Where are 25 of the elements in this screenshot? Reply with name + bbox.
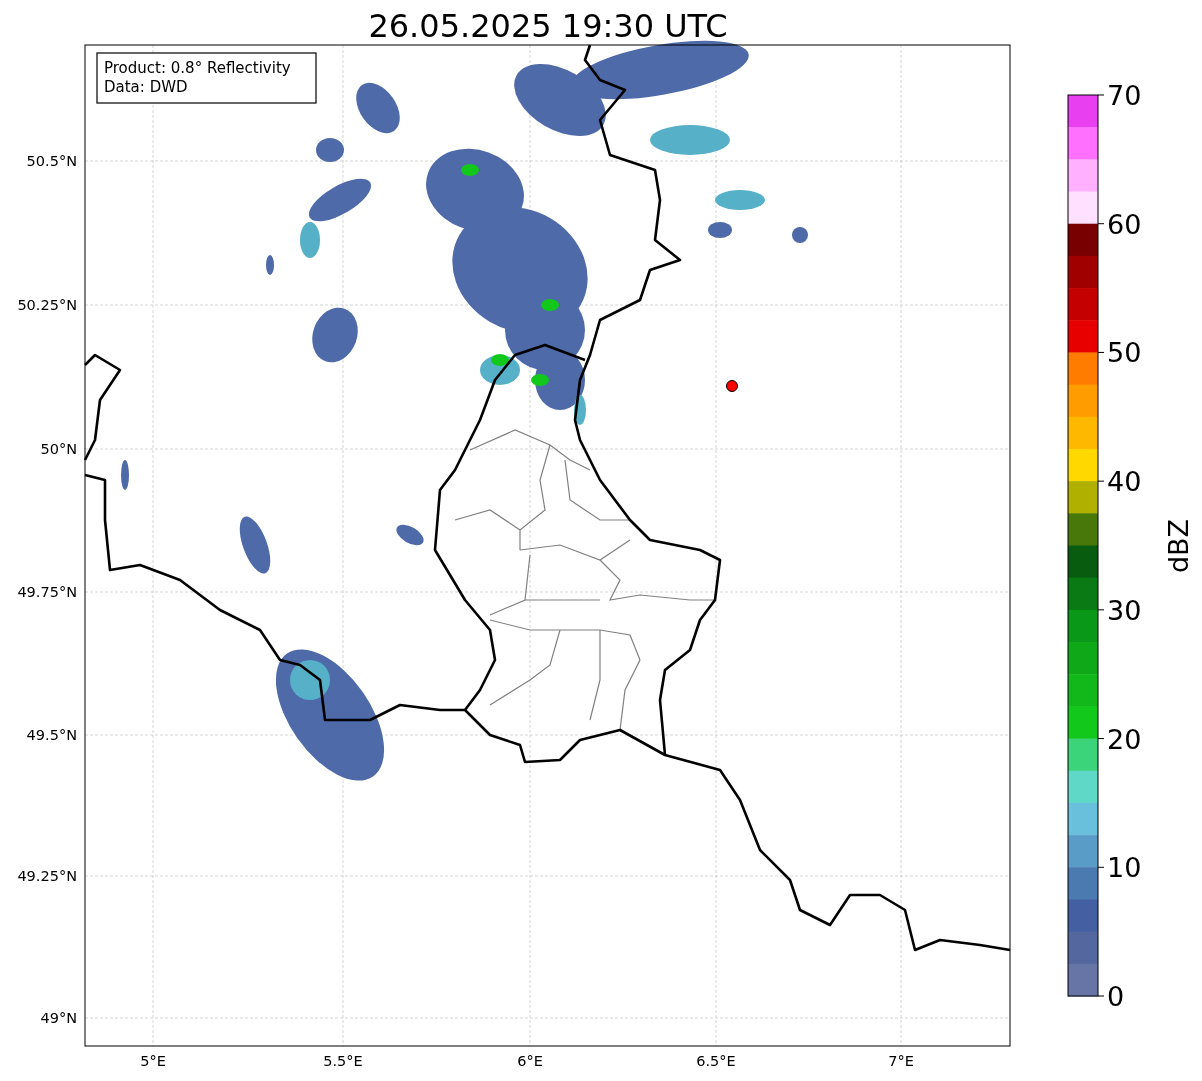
info-text: Product: 0.8° Reflectivity [104, 59, 291, 77]
colorbar-tick-label: 0 [1107, 981, 1125, 1012]
colorbar-tick-label: 60 [1107, 208, 1142, 240]
latitude-label: 49.75°N [17, 584, 77, 600]
latitude-label: 50°N [40, 441, 77, 457]
longitude-label: 7°E [888, 1053, 914, 1069]
latitude-label: 49.25°N [17, 868, 77, 884]
latitude-label: 49°N [40, 1010, 77, 1026]
colorbar-tick-label: 70 [1107, 80, 1142, 111]
longitude-label: 5.5°E [323, 1053, 363, 1069]
colorbar-tick-label: 40 [1107, 466, 1142, 498]
longitude-label: 6.5°E [696, 1053, 736, 1069]
latitude-label: 50.25°N [17, 297, 77, 313]
colorbar-tick-label: 30 [1107, 594, 1142, 626]
longitude-label: 6°E [517, 1053, 543, 1069]
chart-title: 26.05.2025 19:30 UTC [368, 7, 728, 45]
latitude-label: 50.5°N [26, 153, 77, 169]
colorbar-label: dBZ [1163, 518, 1194, 574]
colorbar-tick-label: 10 [1107, 852, 1142, 884]
latitude-label: 49.5°N [26, 727, 77, 743]
info-text: Data: DWD [104, 78, 188, 96]
colorbar-tick-label: 20 [1107, 723, 1142, 755]
longitude-label: 5°E [140, 1053, 166, 1069]
colorbar-tick-label: 50 [1107, 337, 1142, 369]
station-marker [726, 380, 738, 392]
